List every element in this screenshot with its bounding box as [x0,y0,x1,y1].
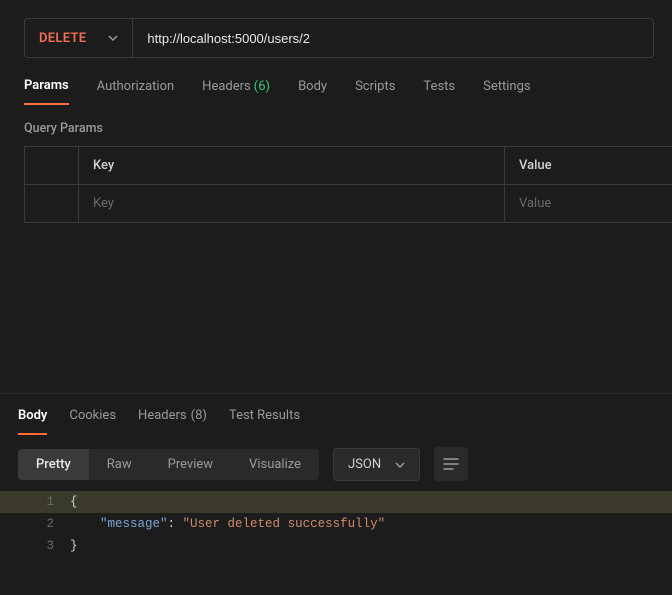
table-header-row: Key Value [25,147,672,185]
response-tab-test-results[interactable]: Test Results [229,408,300,435]
line-number: 2 [0,513,70,535]
table-header-value: Value [505,147,672,185]
tab-authorization[interactable]: Authorization [97,78,175,105]
chevron-down-icon [395,457,405,472]
line-number: 3 [0,535,70,557]
view-pretty-button[interactable]: Pretty [18,449,89,480]
tab-headers[interactable]: Headers(6) [202,78,270,105]
http-method-select[interactable]: DELETE [25,19,133,57]
table-header-checkbox [25,147,79,185]
table-header-key: Key [79,147,505,185]
response-headers-count-badge: (8) [191,408,207,425]
response-tab-cookies[interactable]: Cookies [69,408,116,435]
view-mode-group: Pretty Raw Preview Visualize [18,449,319,480]
tab-scripts[interactable]: Scripts [355,78,395,105]
format-label: JSON [348,457,381,472]
row-key-input[interactable]: Key [79,185,505,223]
chevron-down-icon [108,35,118,41]
query-params-table: Key Value Key Value [24,146,672,223]
response-body-code[interactable]: 1 { 2 "message": "User deleted successfu… [0,491,672,577]
headers-count-badge: (6) [254,79,270,94]
row-checkbox[interactable] [25,185,79,223]
wrap-lines-button[interactable] [434,447,468,481]
wrap-icon [443,457,459,471]
line-number: 1 [0,491,70,513]
tab-params[interactable]: Params [24,78,69,105]
table-row[interactable]: Key Value [25,185,672,223]
row-value-input[interactable]: Value [505,185,672,223]
response-toolbar: Pretty Raw Preview Visualize JSON [0,435,672,491]
response-tabs: Body Cookies Headers(8) Test Results [0,394,672,435]
view-raw-button[interactable]: Raw [89,449,150,480]
query-params-label: Query Params [24,121,672,136]
url-input[interactable] [133,19,653,57]
http-method-label: DELETE [39,31,86,46]
format-select[interactable]: JSON [333,448,420,481]
tab-tests[interactable]: Tests [423,78,455,105]
response-tab-headers[interactable]: Headers(8) [138,408,207,435]
response-panel: Body Cookies Headers(8) Test Results Pre… [0,393,672,577]
tab-settings[interactable]: Settings [483,78,530,105]
view-visualize-button[interactable]: Visualize [231,449,319,480]
request-tabs: Params Authorization Headers(6) Body Scr… [0,58,672,105]
view-preview-button[interactable]: Preview [150,449,231,480]
tab-body[interactable]: Body [298,78,327,105]
response-tab-body[interactable]: Body [18,408,47,435]
